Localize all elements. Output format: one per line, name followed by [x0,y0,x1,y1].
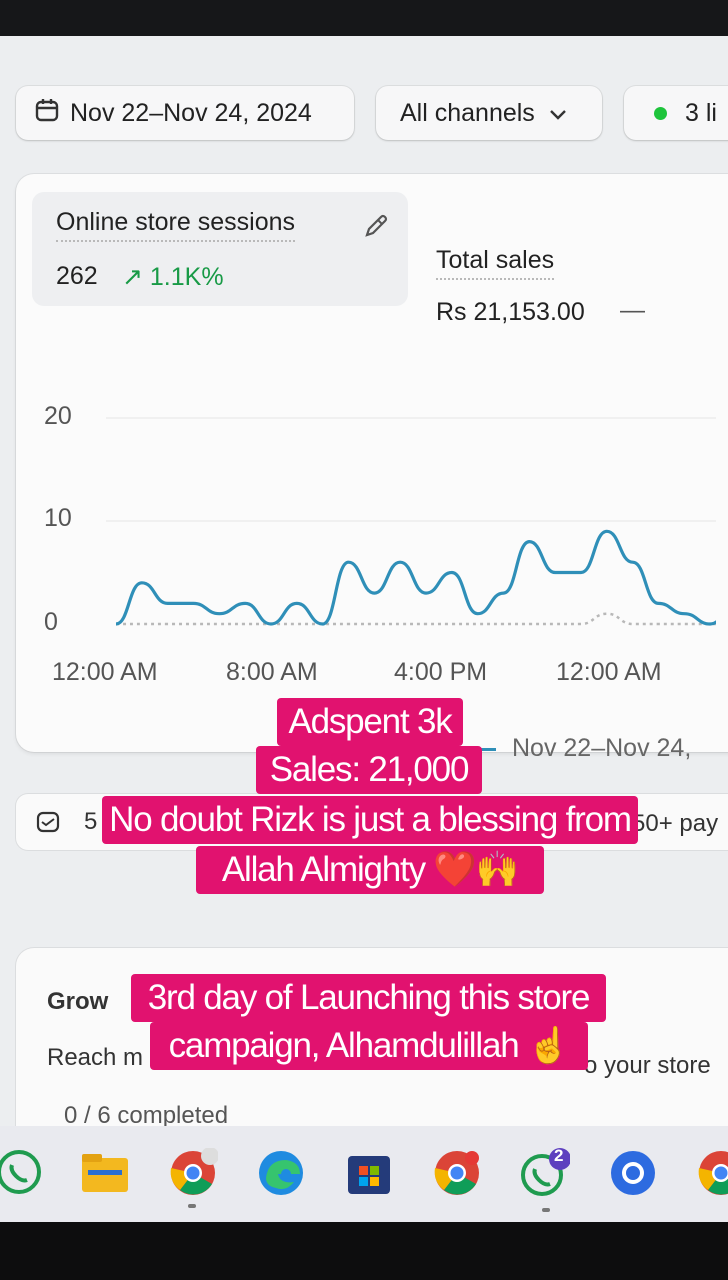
caption-line: Adspent 3k [277,698,463,746]
legend-label: Nov 22–Nov 24, [512,734,692,762]
live-visitors-label: 3 li [685,98,717,127]
sessions-title: Online store sessions [56,208,296,242]
x-tick-label: 12:00 AM [556,658,662,686]
banner-icon [36,810,60,841]
active-indicator [542,1208,550,1212]
x-tick-label: 12:00 AM [52,658,158,686]
caption-line: No doubt Rizk is just a blessing from [102,796,638,844]
whatsapp-icon[interactable]: 2 [520,1146,571,1198]
chart-legend: Nov 22–Nov 24, [472,734,691,763]
file-explorer-icon[interactable] [80,1148,130,1198]
x-tick-label: 8:00 AM [226,658,318,686]
banner-right-text: 50+ pay [632,810,719,837]
active-indicator [188,1204,196,1208]
admin-screen: Nov 22–Nov 24, 2024 All channels 3 li On… [0,36,728,1126]
live-visitors-button[interactable]: 3 li [624,86,728,140]
date-range-label: Nov 22–Nov 24, 2024 [70,98,312,127]
banner-count: 5 [84,808,98,835]
live-dot-icon [654,106,667,120]
setup-progress: 0 / 6 completed [64,1102,229,1126]
setup-guide-subtitle-right: o your store [584,1052,711,1079]
date-range-picker[interactable]: Nov 22–Nov 24, 2024 [16,86,354,140]
chrome-icon[interactable] [432,1148,482,1198]
comparison-series-line [116,612,716,626]
chrome-icon[interactable] [608,1148,658,1198]
chevron-down-icon [549,99,567,128]
sessions-value: 262 [56,262,98,290]
taskbar: 2 [0,1126,728,1222]
pencil-icon[interactable] [360,212,390,247]
edge-icon[interactable] [256,1148,306,1198]
chrome-icon[interactable] [168,1147,219,1198]
top-bezel [0,0,728,40]
microsoft-store-icon[interactable] [344,1148,394,1198]
sessions-series-line [115,529,716,626]
chrome-icon[interactable] [696,1148,728,1198]
analytics-card: Online store sessions 262 ↗ 1.1K% Total … [16,174,728,762]
whatsapp-icon[interactable] [0,1148,44,1198]
caption-line: Sales: 21,000 [256,746,482,794]
total-sales-title[interactable]: Total sales [436,246,555,280]
total-sales-value: Rs 21,153.00 [436,298,585,326]
sessions-metric[interactable]: Online store sessions 262 ↗ 1.1K% [32,192,408,306]
setup-guide-subtitle: Reach m [47,1044,144,1071]
setup-guide-title: Grow [47,988,109,1015]
calendar-icon [34,97,60,130]
caption-line: 3rd day of Launching this store [131,974,606,1022]
x-tick-label: 4:00 PM [394,658,488,686]
notification-badge: 2 [554,1146,564,1165]
sessions-change: ↗ 1.1K% [122,263,224,291]
channels-label: All channels [400,98,535,127]
caption-line: Allah Almighty ❤️🙌 [196,846,544,894]
total-sales-change: — [620,296,645,324]
caption-line: campaign, Alhamdulillah ☝️ [150,1022,588,1070]
bottom-bezel [0,1222,728,1280]
channels-dropdown[interactable]: All channels [376,86,602,140]
sessions-chart [106,417,716,626]
